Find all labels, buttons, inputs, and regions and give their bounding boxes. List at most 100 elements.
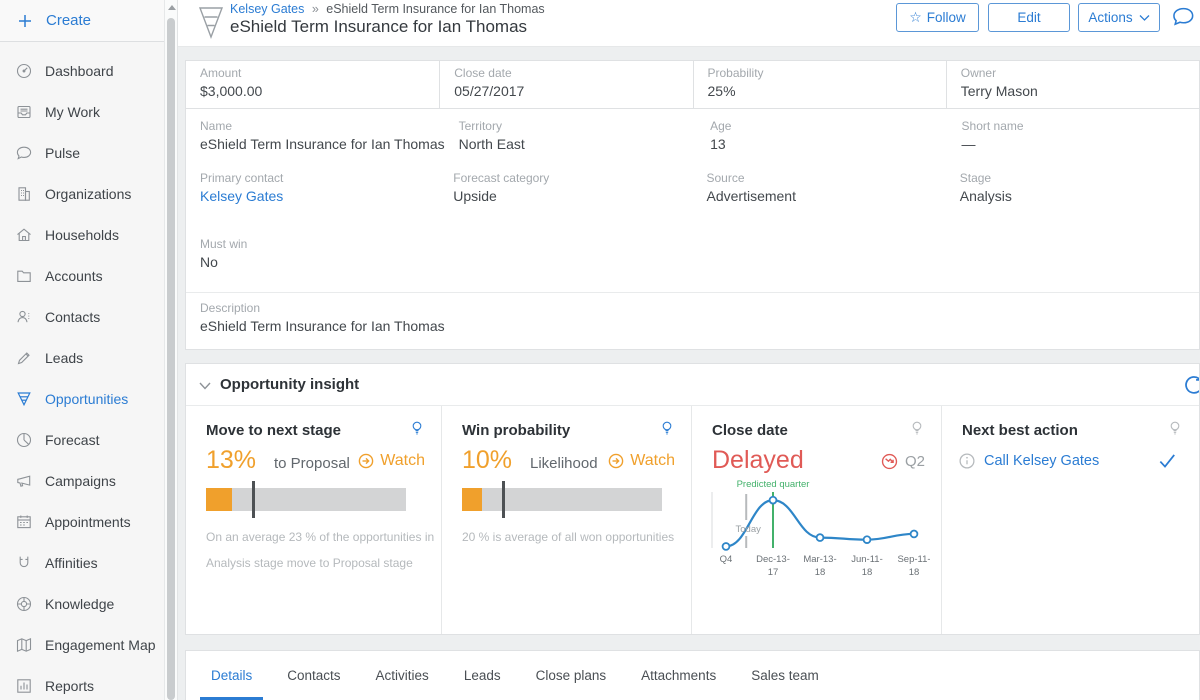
complete-check-icon[interactable] [1157,452,1177,475]
progress-fill [462,488,482,511]
lightbulb-icon [409,420,425,442]
tab-sales-team[interactable]: Sales team [740,656,830,700]
sidebar-item-pulse[interactable]: Pulse [0,132,177,173]
watch-button[interactable]: Watch [357,452,425,470]
svg-text:Predicted quarter: Predicted quarter [737,479,810,490]
tab-leads[interactable]: Leads [453,656,512,700]
watch-button[interactable]: Watch [607,452,675,470]
insight-cards: Move to next stage 13% to Proposal Watch… [186,406,1199,634]
sidebar-item-dashboard[interactable]: Dashboard [0,50,177,91]
lifebuoy-icon [15,595,33,613]
sidebar-item-opportunities[interactable]: Opportunities [0,378,177,419]
sidebar-item-leads[interactable]: Leads [0,337,177,378]
field-forecast-category: Forecast category Upside [439,171,692,204]
scrollbar-thumb[interactable] [167,18,175,700]
tab-details[interactable]: Details [200,656,263,700]
tab-activities[interactable]: Activities [365,656,440,700]
opportunity-insight-section: Opportunity insight Move to next stage 1… [185,363,1200,635]
watch-icon [357,452,375,470]
field-owner: Owner Terry Mason [946,61,1199,108]
person-icon [15,308,33,326]
sidebar-nav-list: Dashboard My Work Pulse Organizations Ho… [0,42,177,700]
field-close-date: Close date 05/27/2017 [439,61,692,108]
svg-text:Today: Today [736,524,762,535]
svg-text:Sep-11-: Sep-11- [897,554,930,565]
magnet-icon [15,554,33,572]
scroll-up-arrow-icon[interactable] [168,5,176,10]
sidebar: Create Dashboard My Work Pulse Organizat… [0,0,178,700]
sidebar-scrollbar[interactable] [164,0,177,700]
next-action: Call Kelsey Gates [958,452,1099,470]
call-contact-link[interactable]: Call Kelsey Gates [984,453,1099,469]
bar-chart-icon [15,677,33,695]
chat-bubble-icon[interactable] [1170,5,1197,37]
watch-icon [607,452,625,470]
sidebar-item-engagement-map[interactable]: Engagement Map [0,624,177,665]
field-row: Must win No [186,237,1199,270]
sidebar-item-contacts[interactable]: Contacts [0,296,177,337]
sidebar-item-organizations[interactable]: Organizations [0,173,177,214]
field-must-win: Must win No [186,237,439,270]
app-root: Create Dashboard My Work Pulse Organizat… [0,0,1200,700]
field-territory: Territory North East [445,119,696,152]
edit-button[interactable]: Edit [988,3,1070,32]
progress-fill [206,488,232,511]
sidebar-item-appointments[interactable]: Appointments [0,501,177,542]
actions-button[interactable]: Actions [1078,3,1160,32]
breadcrumb-parent-link[interactable]: Kelsey Gates [230,2,304,16]
collapse-chevron-icon[interactable] [198,379,212,397]
quarter-indicator: Q2 [880,452,925,471]
sidebar-item-knowledge[interactable]: Knowledge [0,583,177,624]
map-icon [15,636,33,654]
win-probability-percent: 10% [462,446,512,475]
chevron-down-icon [1139,10,1150,25]
megaphone-icon [15,472,33,490]
sidebar-item-reports[interactable]: Reports [0,665,177,700]
sidebar-item-accounts[interactable]: Accounts [0,255,177,296]
create-button[interactable]: Create [0,0,177,42]
star-icon: ☆ [909,9,922,26]
sidebar-item-households[interactable]: Households [0,214,177,255]
pencil-icon [15,349,33,367]
breadcrumb-current: eShield Term Insurance for Ian Thomas [326,2,544,16]
svg-text:Dec-13-: Dec-13- [756,554,790,565]
tab-attachments[interactable]: Attachments [630,656,727,700]
field-age: Age 13 [696,119,947,152]
details-card: Amount $3,000.00 Close date 05/27/2017 P… [185,60,1200,350]
sidebar-item-forecast[interactable]: Forecast [0,419,177,460]
breadcrumb: Kelsey Gates » eShield Term Insurance fo… [230,2,545,16]
create-label: Create [46,12,91,29]
trend-down-icon [880,452,899,471]
record-tab-bar: Details Contacts Activities Leads Close … [185,650,1200,700]
inbox-icon [15,103,33,121]
house-icon [15,226,33,244]
field-name: Name eShield Term Insurance for Ian Thom… [186,119,445,152]
primary-contact-link[interactable]: Kelsey Gates [200,188,439,204]
dashboard-icon [15,62,33,80]
svg-text:18: 18 [815,567,826,578]
field-description: Description eShield Term Insurance for I… [200,301,445,334]
svg-text:Mar-13-: Mar-13- [803,554,836,565]
lightbulb-icon [909,420,925,442]
refresh-icon[interactable] [1182,373,1200,402]
field-short-name: Short name — [948,119,1199,152]
insight-card-next-best-action: Next best action Call Kelsey Gates [941,406,1199,634]
tab-close-plans[interactable]: Close plans [525,656,618,700]
page-header: Kelsey Gates » eShield Term Insurance fo… [178,0,1200,47]
svg-text:17: 17 [768,567,779,578]
follow-button[interactable]: ☆ Follow [896,3,979,32]
funnel-icon [15,390,33,408]
field-amount: Amount $3,000.00 [186,61,439,108]
building-icon [15,185,33,203]
sidebar-item-campaigns[interactable]: Campaigns [0,460,177,501]
summary-row: Amount $3,000.00 Close date 05/27/2017 P… [186,61,1199,109]
breadcrumb-separator: » [312,2,319,16]
lightbulb-icon [1167,420,1183,442]
field-row: Name eShield Term Insurance for Ian Thom… [186,119,1199,152]
tab-contacts[interactable]: Contacts [276,656,351,700]
sidebar-item-my-work[interactable]: My Work [0,91,177,132]
average-marker [252,481,255,518]
sidebar-item-affinities[interactable]: Affinities [0,542,177,583]
insight-section-title: Opportunity insight [220,376,359,393]
folder-icon [15,267,33,285]
